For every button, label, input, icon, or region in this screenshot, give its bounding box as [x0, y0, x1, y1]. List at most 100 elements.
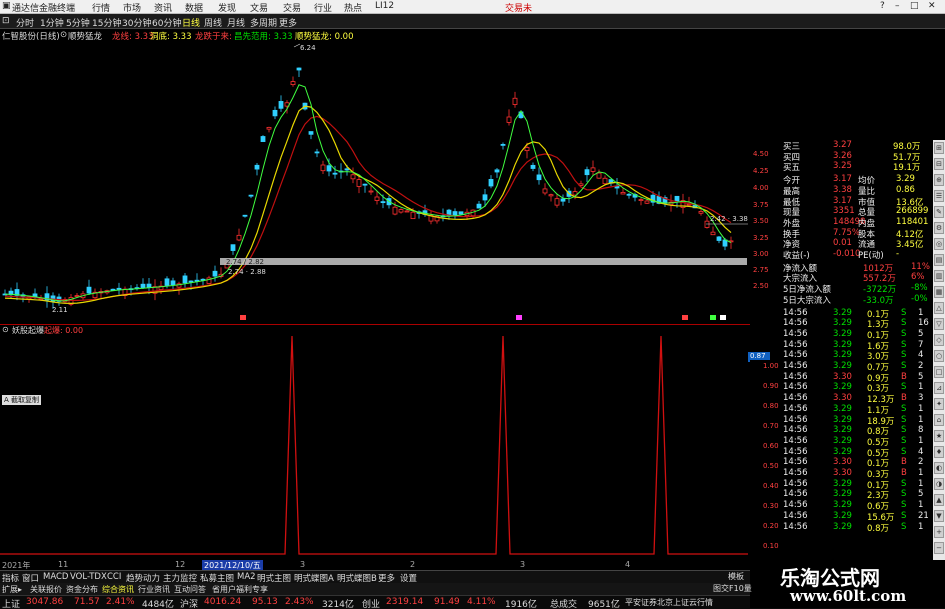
close-icon[interactable]: ✕ [928, 1, 936, 11]
tool-icon[interactable]: △ [934, 302, 944, 314]
menu-item-zixun[interactable]: 资讯 [154, 1, 172, 14]
tool-icon[interactable]: ⊞ [934, 142, 944, 154]
candlestick-chart[interactable]: 2.74 / 2.82 2.74 · 2.88 6.24 2.11 2.42 ·… [0, 42, 750, 324]
period-weekly[interactable]: 周线 [204, 16, 222, 29]
capture-tag[interactable]: A 截取复制 [2, 395, 42, 405]
candle-body [494, 169, 500, 173]
sub-indicator-chart[interactable] [0, 334, 750, 560]
tool-icon[interactable]: ⊿ [934, 382, 944, 394]
tab-fund-flow[interactable]: 资金分布 [66, 584, 98, 595]
status-broker[interactable]: 平安证券北京上证云行情 [625, 597, 713, 608]
tool-icon[interactable]: ◐ [934, 462, 944, 474]
status-total-value: 9651亿 [588, 600, 620, 609]
tab-qa[interactable]: 互动问答 [174, 584, 206, 595]
candle-body [188, 280, 194, 283]
tool-icon[interactable]: ☰ [934, 190, 944, 202]
menu-item-li12[interactable]: LI12 [375, 1, 394, 11]
trade-status[interactable]: 交易未 [505, 1, 532, 14]
spike-line [0, 335, 748, 555]
tab-ma2[interactable]: MA2 [237, 572, 256, 582]
tab-vol-tdx[interactable]: VOL-TDX [70, 572, 107, 582]
status-sh-label[interactable]: 上证 [2, 597, 20, 609]
tab-news[interactable]: 综合资讯 [102, 584, 134, 595]
tab-industry-news[interactable]: 行业资讯 [138, 584, 170, 595]
tick-row: 14:56 3.29 1.3万 S 16 [753, 318, 933, 330]
tool-icon[interactable]: □ [934, 366, 944, 378]
status-hs-label[interactable]: 沪深 [180, 597, 198, 609]
tool-icon[interactable]: ▤ [934, 254, 944, 266]
period-5min[interactable]: 5分钟 [66, 16, 90, 29]
menu-item-hangqing[interactable]: 行情 [92, 1, 110, 14]
tool-icon[interactable]: ○ [934, 350, 944, 362]
period-multi[interactable]: 多周期 [250, 16, 277, 29]
bid-row: 买四 3.26 51.7万 [753, 151, 933, 163]
tool-icon[interactable]: ◎ [934, 238, 944, 250]
right-toolstrip[interactable]: ⊞ ⊟ ⊕ ☰ ✎ ⚙ ◎ ▤ ▥ ▦ △ ▽ ◇ ○ □ ⊿ ✦ ⌂ ★ ♦ … [933, 140, 945, 570]
flow-row: 大宗流入 557.2万 6% [753, 272, 933, 284]
tool-icon[interactable]: ⊕ [934, 174, 944, 186]
tool-icon[interactable]: ▽ [934, 318, 944, 330]
period-15min[interactable]: 15分钟 [92, 16, 121, 29]
tick-direction: S [901, 328, 907, 339]
tool-icon[interactable]: ★ [934, 430, 944, 442]
period-60min[interactable]: 60分钟 [152, 16, 181, 29]
tool-icon[interactable]: ◑ [934, 478, 944, 490]
tick-time: 14:56 [783, 414, 808, 425]
tool-icon[interactable]: ▥ [934, 270, 944, 282]
candle-body [164, 278, 170, 286]
menu-item-hangye[interactable]: 行业 [314, 1, 332, 14]
menu-item-shichang[interactable]: 市场 [123, 1, 141, 14]
tool-icon[interactable]: ✎ [934, 206, 944, 218]
tool-icon[interactable]: − [934, 542, 944, 554]
help-icon[interactable]: ? [880, 1, 885, 11]
tool-icon[interactable]: + [934, 526, 944, 538]
tool-icon[interactable]: ⌂ [934, 414, 944, 426]
flow-value: -33.0万 [863, 295, 894, 306]
tab-related-quote[interactable]: 关联报价 [30, 584, 62, 595]
tick-row: 14:56 3.30 0.9万 B 5 [753, 371, 933, 384]
menu-item-redian[interactable]: 热点 [344, 1, 362, 14]
tick-price: 3.29 [833, 478, 852, 489]
toolbar-menu-icon[interactable]: ⊡ [2, 16, 10, 26]
period-more[interactable]: 更多 [279, 16, 297, 29]
indicator-value-5: 顺势猛龙: 0.00 [295, 32, 354, 42]
menu-item-jiaoyi[interactable]: 交易 [283, 1, 301, 14]
minimize-icon[interactable]: – [895, 1, 900, 11]
candle-body [476, 203, 482, 209]
menu-item-shuju[interactable]: 数据 [185, 1, 203, 14]
tool-icon[interactable]: ⚙ [934, 222, 944, 234]
period-monthly[interactable]: 月线 [227, 16, 245, 29]
status-cy-pct: 4.11% [467, 597, 496, 607]
candle-body [344, 168, 350, 171]
tick-count: 4 [918, 446, 924, 457]
period-daily[interactable]: 日线 [182, 16, 200, 29]
tool-icon[interactable]: ⊟ [934, 158, 944, 170]
bottom-f10-tab[interactable]: 图交F10量 [713, 583, 752, 594]
status-cy-label[interactable]: 创业 [362, 597, 380, 609]
flow-label: 5日大宗流入 [783, 295, 831, 306]
tab-cci[interactable]: CCI [107, 572, 121, 582]
menu-item-wenyi[interactable]: 文易 [250, 1, 268, 14]
tool-icon[interactable]: ◇ [934, 334, 944, 346]
tool-icon[interactable]: ✦ [934, 398, 944, 410]
tab-user-welfare[interactable]: 省用户福利专享 [212, 584, 268, 595]
menu-item-faxian[interactable]: 发现 [218, 1, 236, 14]
tab-extend[interactable]: 扩展▸ [2, 584, 22, 595]
maximize-icon[interactable]: □ [910, 1, 919, 11]
tool-icon[interactable]: ▼ [934, 510, 944, 522]
period-fenshi[interactable]: 分时 [16, 16, 34, 29]
tool-icon[interactable]: ♦ [934, 446, 944, 458]
tick-time: 14:56 [783, 403, 808, 414]
period-30min[interactable]: 30分钟 [122, 16, 151, 29]
period-1min[interactable]: 1分钟 [40, 16, 64, 29]
tool-icon[interactable]: ▲ [934, 494, 944, 506]
tick-direction: S [901, 339, 907, 350]
indicator-name[interactable]: 顺势猛龙 [68, 30, 102, 42]
tick-time: 14:56 [783, 371, 808, 382]
tool-icon[interactable]: ▦ [934, 286, 944, 298]
candle-body [548, 194, 554, 197]
tick-count: 5 [918, 489, 924, 500]
tab-macd[interactable]: MACD [43, 572, 68, 582]
bottom-template-tab[interactable]: 模板 [728, 571, 744, 582]
tick-direction: S [901, 478, 907, 489]
